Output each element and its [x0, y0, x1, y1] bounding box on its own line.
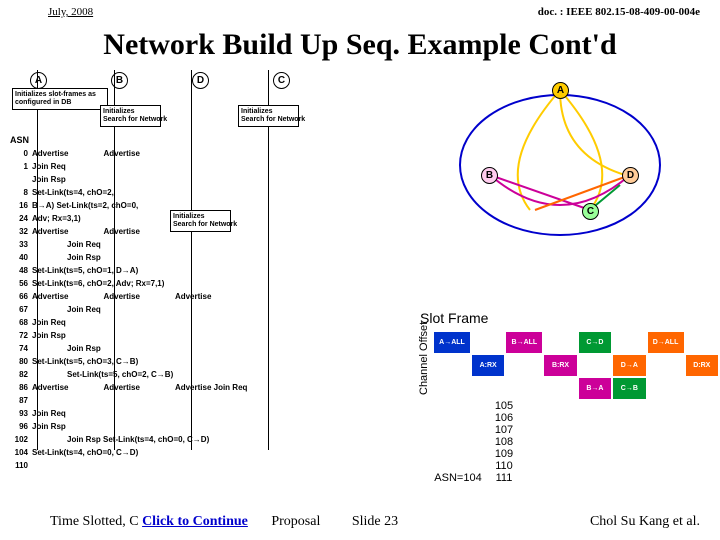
asn-label: ASN — [10, 135, 29, 145]
sequence-table: 0AdvertiseAdvertise1Join ReqJoin Rsp8Set… — [8, 150, 247, 475]
doc-id: doc. : IEEE 802.15-08-409-00-004e — [538, 6, 700, 18]
author: Chol Su Kang et al. — [590, 514, 700, 530]
node-c: C — [273, 72, 290, 89]
diagram-node-c: C — [582, 203, 599, 220]
slotframe-label: Slot Frame — [420, 310, 488, 326]
page-title: Network Build Up Seq. Example Cont'd — [0, 28, 720, 62]
slide-number: Slide 23 — [352, 514, 398, 530]
init-c-box: Initializes Search for Network — [238, 105, 299, 127]
init-a-box: Initializes slot-frames as configured in… — [12, 88, 108, 110]
footer-left: Time Slotted, C — [50, 514, 139, 529]
footer-proposal: Proposal — [271, 514, 320, 529]
diagram-node-d: D — [622, 167, 639, 184]
node-row: A B D C — [30, 70, 350, 89]
asn-start: ASN=104 — [432, 472, 484, 484]
date-label: July, 2008 — [48, 6, 93, 18]
topology-diagram: A B D C — [445, 75, 675, 245]
channel-offset-label: Channel Offset — [418, 322, 430, 395]
footer: Time Slotted, C Click to Continue Propos… — [50, 514, 700, 530]
slotframe-grid: A→ALLB→ALLC→DD→ALLA:RXB:RXD→AD:RXB→AC→B — [432, 330, 720, 401]
node-a: A — [30, 72, 47, 89]
diagram-node-a: A — [552, 82, 569, 99]
diagram-node-b: B — [481, 167, 498, 184]
click-to-continue-link[interactable]: Click to Continue — [142, 514, 248, 529]
node-d: D — [192, 72, 209, 89]
init-b-box: Initializes Search for Network — [100, 105, 161, 127]
asn-row: ASN=104105106107108109110111 — [432, 400, 524, 484]
lifeline-c — [268, 70, 269, 450]
